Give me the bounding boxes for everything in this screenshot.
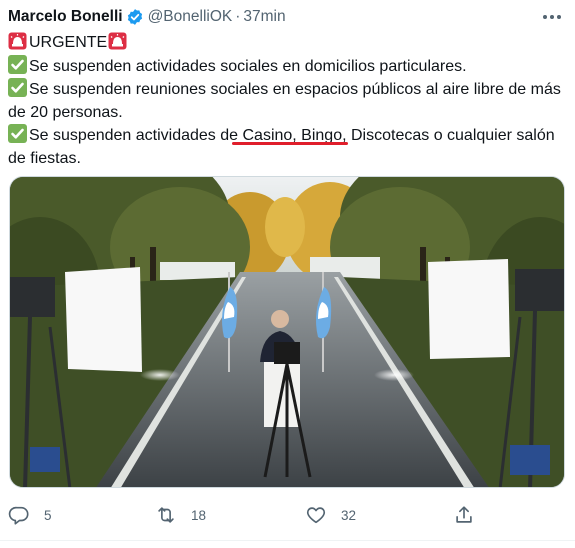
author-name[interactable]: Marcelo Bonelli xyxy=(8,8,123,26)
like-button[interactable]: 32 xyxy=(305,500,356,530)
share-icon xyxy=(453,504,475,526)
retweet-count: 18 xyxy=(191,507,207,523)
item-line-1: Se suspenden actividades sociales en dom… xyxy=(8,54,568,79)
red-underline-annotation xyxy=(232,142,348,145)
reply-button[interactable]: 5 xyxy=(8,500,52,530)
reply-icon xyxy=(8,504,30,526)
press-conference-photo xyxy=(10,177,564,487)
tweet-card[interactable]: Marcelo Bonelli @BonelliOK · 37min URGEN… xyxy=(0,0,575,548)
verified-badge-icon xyxy=(126,8,144,26)
item-text-2a: Se suspenden reuniones sociales en espac… xyxy=(29,81,561,98)
urgent-text: URGENTE xyxy=(29,34,108,51)
share-button[interactable] xyxy=(453,500,475,530)
police-light-emoji xyxy=(8,32,27,50)
tweet-text: URGENTE Se suspenden actividades sociale… xyxy=(8,32,568,170)
urgent-line: URGENTE xyxy=(8,32,568,55)
tweet-photo[interactable] xyxy=(9,176,565,488)
heart-icon xyxy=(305,504,327,526)
retweet-icon xyxy=(155,504,177,526)
check-mark-emoji xyxy=(8,54,27,74)
item-text-3b: de fiestas. xyxy=(8,149,81,167)
item-text-2b: de 20 personas. xyxy=(8,103,123,121)
police-light-emoji xyxy=(108,32,127,50)
more-options-icon[interactable] xyxy=(541,8,563,26)
retweet-button[interactable]: 18 xyxy=(155,500,206,530)
check-mark-emoji xyxy=(8,124,27,143)
bottom-divider xyxy=(0,540,575,541)
header-separator: · xyxy=(235,8,241,25)
item-text-1: Se suspenden actividades sociales en dom… xyxy=(29,57,467,75)
author-handle[interactable]: @BonelliOK xyxy=(148,8,233,26)
item-line-2: Se suspenden reuniones sociales en espac… xyxy=(8,78,568,102)
like-count: 32 xyxy=(341,507,357,523)
reply-count: 5 xyxy=(44,507,52,523)
check-mark-emoji xyxy=(8,78,27,97)
tweet-header: Marcelo Bonelli @BonelliOK · 37min xyxy=(8,6,567,28)
tweet-actions: 5 18 32 xyxy=(0,500,575,530)
tweet-timestamp[interactable]: 37min xyxy=(243,8,285,26)
